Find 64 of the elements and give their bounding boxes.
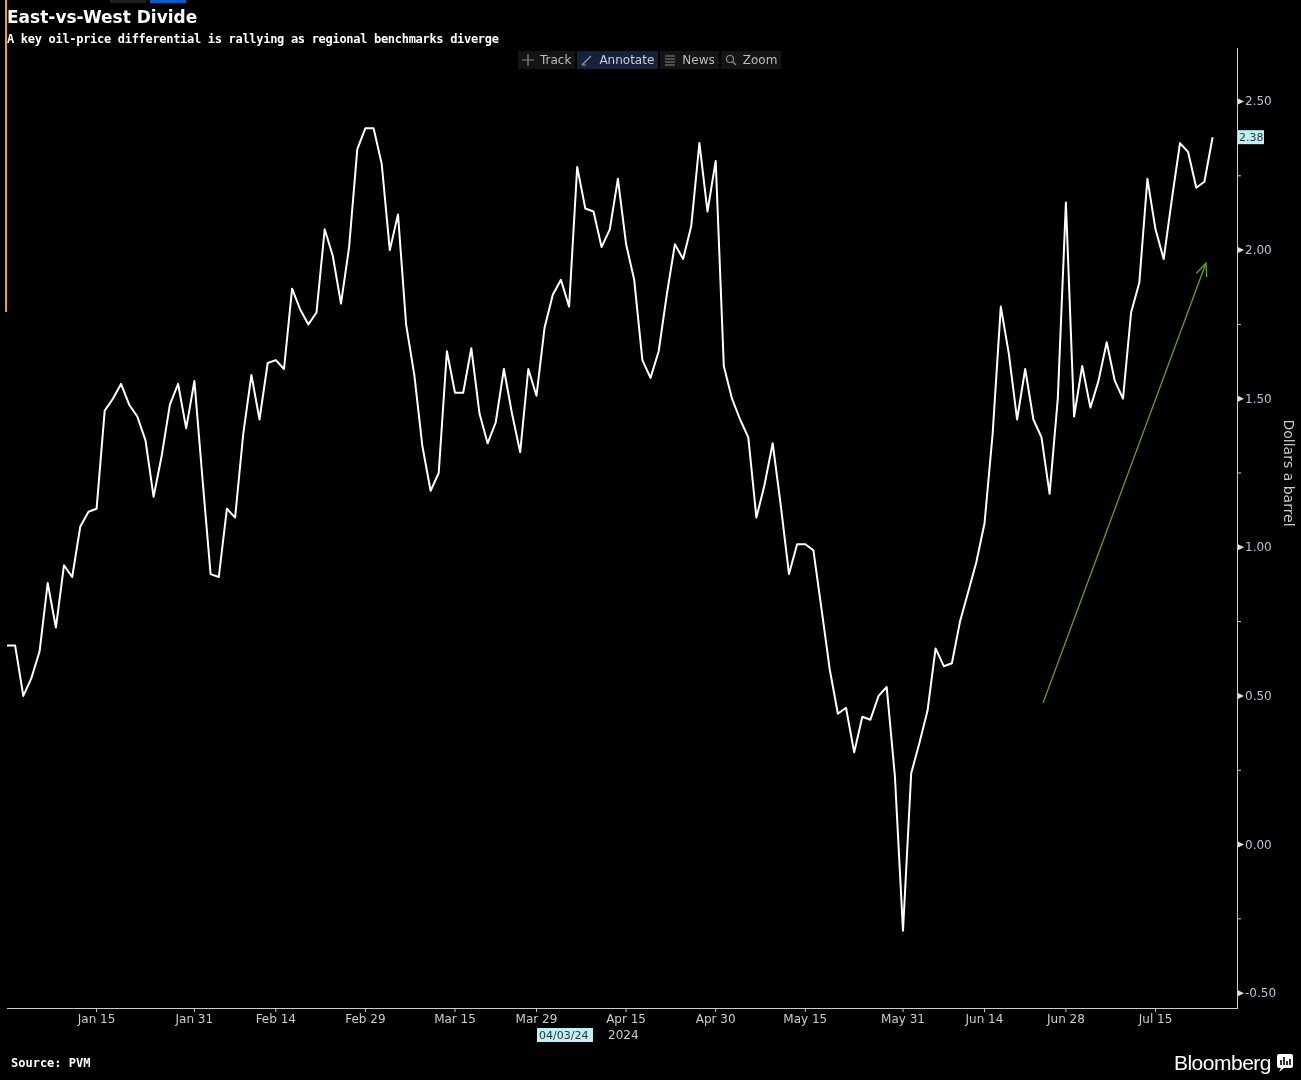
x-tick-label: Apr 30 (695, 1012, 736, 1026)
toolbar-button[interactable]: Annotate (577, 51, 659, 69)
y-tick-label: 1.00 (1245, 540, 1272, 555)
tick-mark (1237, 472, 1242, 474)
x-tick-label: Feb 29 (345, 1012, 386, 1026)
toolbar-button[interactable]: News (660, 51, 719, 69)
pencil-icon (581, 54, 594, 66)
tick-mark (1238, 841, 1244, 848)
cursor-date-tag: 04/03/24 (537, 1028, 593, 1042)
tick-mark (1237, 769, 1242, 771)
tick-mark (193, 1007, 195, 1013)
y-axis-title: Dollars a barrel (1281, 419, 1297, 527)
tick-mark (984, 1007, 985, 1013)
tick-mark (1237, 175, 1242, 177)
tick-mark (1238, 544, 1244, 551)
tab-strip-marker (150, 0, 186, 3)
tick-mark (96, 1007, 98, 1013)
tick-mark (1065, 1007, 1067, 1013)
x-tick-label: Jul 15 (1138, 1012, 1173, 1026)
tick-mark (1237, 918, 1242, 920)
tick-mark (1237, 621, 1242, 623)
tick-mark (902, 1007, 904, 1013)
x-tick-label: Jun 28 (1047, 1012, 1085, 1026)
x-tick-label: Mar 29 (515, 1012, 558, 1026)
year-label: 2024 (608, 1028, 639, 1042)
tick-mark (1155, 1007, 1157, 1013)
y-tick-label: 2.50 (1245, 94, 1272, 109)
brand-logo: Bloomberg (1173, 1050, 1271, 1075)
x-tick-label: Jun 14 (965, 1012, 1004, 1026)
bar-chart-icon (1277, 1053, 1293, 1072)
tick-mark (1238, 247, 1244, 254)
y-tick-label: -0.50 (1245, 986, 1277, 1001)
tick-mark (1238, 395, 1244, 402)
y-tick-label: 2.00 (1245, 243, 1272, 258)
tick-mark (804, 1007, 806, 1013)
x-tick-label: Mar 15 (434, 1012, 476, 1026)
y-tick-label: 0.50 (1245, 688, 1272, 703)
x-tick-label: Jan 15 (77, 1012, 116, 1026)
tick-mark (625, 1007, 627, 1013)
x-tick-label: Apr 15 (606, 1012, 646, 1026)
x-tick-label: May 15 (783, 1012, 828, 1026)
x-tick-label: Jan 31 (175, 1012, 214, 1026)
y-tick-label: 1.50 (1245, 391, 1272, 406)
x-tick-label: Feb 14 (255, 1012, 296, 1026)
toolbar-button[interactable]: Zoom (720, 51, 782, 69)
tick-mark (535, 1007, 537, 1013)
toolbar-button[interactable]: Track (518, 51, 576, 69)
source-note: Source: PVM (11, 1055, 91, 1070)
y-tick-label: 0.00 (1245, 837, 1272, 852)
x-tick-label: May 31 (881, 1012, 925, 1026)
tick-mark (1238, 990, 1244, 997)
tick-mark (1237, 323, 1242, 325)
chart-subtitle: A key oil-price differential is rallying as regional benchmarks diverge (7, 32, 499, 46)
tick-mark (364, 1007, 366, 1013)
tick-mark (454, 1007, 456, 1013)
last-value-tag: 2.38 (1238, 130, 1264, 145)
tick-mark (715, 1007, 717, 1013)
crosshair-icon (522, 54, 534, 66)
search-icon (724, 54, 737, 66)
tick-mark (1238, 692, 1244, 699)
tick-mark (1238, 98, 1244, 105)
tick-mark (275, 1007, 277, 1013)
list-icon (664, 54, 677, 66)
chart-title: East-vs-West Divide (7, 6, 198, 28)
